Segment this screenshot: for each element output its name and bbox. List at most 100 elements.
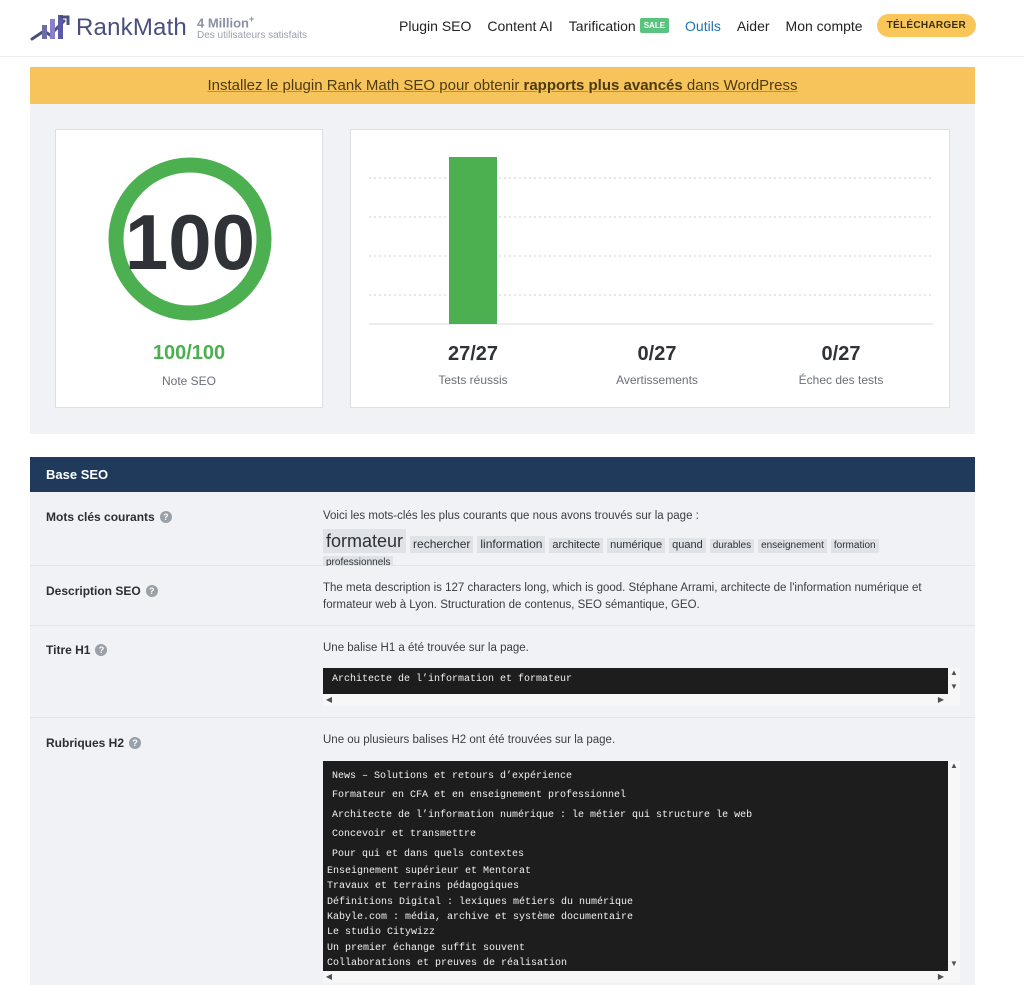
nav-content-ai[interactable]: Content AI [487,18,552,34]
help-icon[interactable]: ? [95,644,108,656]
seo-summary: 100 100/100 Note SEO 27/27 Tests réussis… [30,104,975,434]
h1-item: Architecte de l’information et formateur [332,674,573,685]
h1-list[interactable]: Architecte de l’information et formateur [323,668,948,694]
install-plugin-link[interactable]: Installez le plugin Rank Math SEO pour o… [207,77,797,94]
h2-item: News – Solutions et retours d’expérience [332,771,573,782]
keywords-label-text: Mots clés courants [46,510,155,524]
description-row: Description SEO? The meta description is… [30,566,975,626]
h2-item: Définitions Digital : lexiques métiers d… [327,896,634,908]
stat-passed-label: Tests réussis [438,373,508,387]
keyword-tag: formateur [323,529,407,553]
users-caption: Des utilisateurs satisfaits [196,30,308,42]
h2-label: Rubriques H2? [46,736,142,750]
keywords-row: Mots clés courants? Voici les mots-clés … [30,492,975,570]
score-card: 100 100/100 Note SEO [55,129,323,408]
brand-name: RankMath [76,14,187,41]
stat-failed-value: 0/27 [821,343,861,365]
scroll-right-icon[interactable]: ▶ [935,972,947,981]
score-ring: 100 [108,157,272,321]
keyword-tag: quand [669,538,706,553]
h2-intro: Une ou plusieurs balises H2 ont été trou… [323,734,616,746]
banner-text-before: Installez le plugin Rank Math SEO pour o… [207,77,524,94]
h2-horizontal-scrollbar[interactable]: ◀ ▶ [323,971,960,983]
h2-vertical-scrollbar[interactable]: ▲ ▼ [948,761,960,971]
keyword-tag: rechercher [410,536,474,553]
nav-mon-compte[interactable]: Mon compte [786,18,863,34]
users-count: 4 Million+ Des utilisateurs satisfaits [196,13,308,42]
h2-item: Formateur en CFA et en enseignement prof… [332,790,627,802]
nav-tarification-label: Tarification [568,17,636,34]
description-text: The meta description is 127 characters l… [323,582,922,611]
scroll-left-icon[interactable]: ◀ [323,695,335,704]
h2-label-text: Rubriques H2 [46,736,125,750]
h2-item: Kabyle.com : média, archive et système d… [327,911,634,923]
keyword-tag: linformation [477,536,546,553]
stat-failed-label: Échec des tests [798,373,884,387]
h2-row: Rubriques H2? Une ou plusieurs balises H… [30,718,975,985]
h2-item: Enseignement supérieur et Mentorat [327,866,532,878]
keywords-intro: Voici les mots-clés les plus courants qu… [323,510,699,522]
nav-plugin-seo[interactable]: Plugin SEO [399,18,471,34]
tests-stats-card: 27/27 Tests réussis 0/27 Avertissements … [350,129,950,408]
h1-row: Titre H1? Une balise H1 a été trouvée su… [30,626,975,718]
keyword-tag: architecte [549,538,604,553]
description-label-text: Description SEO [46,584,141,598]
scroll-up-icon[interactable]: ▲ [948,761,960,770]
h2-item: Pour qui et dans quels contextes [332,848,525,860]
keyword-tag: enseignement [758,539,827,553]
banner-text-bold: rapports plus avancés [523,77,683,94]
scroll-left-icon[interactable]: ◀ [323,972,335,981]
install-plugin-banner: Installez le plugin Rank Math SEO pour o… [30,67,975,104]
score-caption: Note SEO [161,374,217,388]
scroll-down-icon[interactable]: ▼ [948,682,960,691]
site-header: RankMath 4 Million+ Des utilisateurs sat… [0,0,1024,57]
h2-item: Collaborations et preuves de réalisation [327,957,568,969]
stat-failed: 0/27 Échec des tests [751,343,931,387]
h1-vertical-scrollbar[interactable]: ▲ ▼ [948,668,960,694]
h2-item: Un premier échange suffit souvent [327,942,526,954]
help-icon[interactable]: ? [129,737,142,749]
h1-intro: Une balise H1 a été trouvée sur la page. [323,642,529,654]
users-count-plus: + [248,13,255,24]
h1-label: Titre H1? [46,643,108,657]
h2-item: Travaux et terrains pédagogiques [327,881,520,893]
users-count-value: 4 Million [196,15,249,31]
scroll-right-icon[interactable]: ▶ [935,695,947,704]
keywords-label: Mots clés courants? [46,510,172,524]
h2-item: Architecte de l’information numérique : … [332,809,753,821]
score-value: 100 [125,198,255,286]
base-seo-header: Base SEO [30,457,975,492]
banner-text-after: dans WordPress [682,77,798,94]
download-button[interactable]: TÉLÉCHARGER [876,14,976,37]
nav-tarification[interactable]: Tarification SALE [568,17,670,34]
description-label: Description SEO? [46,584,158,598]
score-fraction: 100/100 [152,342,226,364]
keyword-tag: durables [709,539,755,553]
sale-badge: SALE [639,18,670,33]
stat-passed: 27/27 Tests réussis [383,343,563,387]
h2-item: Concevoir et transmettre [332,829,477,841]
help-icon[interactable]: ? [145,585,158,597]
h2-list[interactable]: News – Solutions et retours d’expérience… [323,761,948,971]
scroll-up-icon[interactable]: ▲ [948,668,960,677]
logo[interactable]: RankMath 4 Million+ Des utilisateurs sat… [30,10,307,46]
stat-passed-value: 27/27 [447,343,499,365]
stat-warnings-label: Avertissements [616,373,698,387]
bar-0 [449,157,497,324]
keywords-body: Voici les mots-clés les plus courants qu… [323,508,955,570]
nav-outils[interactable]: Outils [685,18,721,34]
stat-warnings-value: 0/27 [637,343,677,365]
keyword-tag: formation [830,539,879,553]
help-icon[interactable]: ? [159,511,172,523]
stat-warnings: 0/27 Avertissements [567,343,747,387]
main-nav: Plugin SEO Content AI Tarification SALE … [383,14,976,37]
h2-item: Le studio Citywizz [327,927,436,939]
h1-label-text: Titre H1 [46,643,91,657]
keyword-tag: numérique [607,538,666,553]
rankmath-logo-icon [30,15,70,41]
scroll-down-icon[interactable]: ▼ [948,959,960,968]
keywords-cloud: formateur rechercher linformation architect… [323,529,955,570]
nav-aider[interactable]: Aider [737,18,770,34]
tests-bar-chart [369,157,933,325]
h1-horizontal-scrollbar[interactable]: ◀ ▶ [323,694,960,706]
